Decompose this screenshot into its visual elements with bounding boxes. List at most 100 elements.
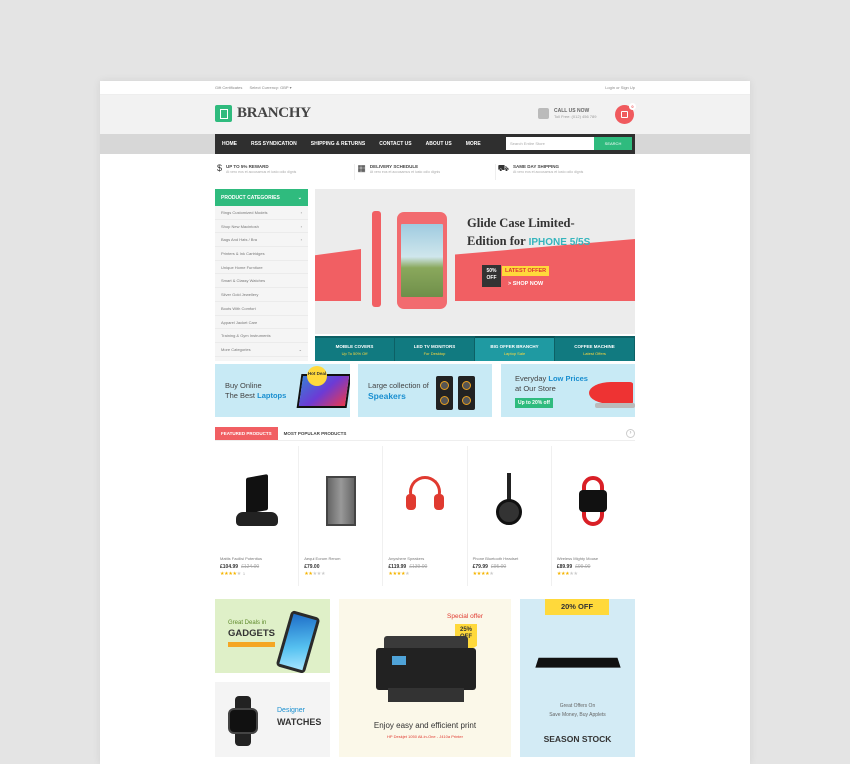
category-item[interactable]: Smart & Classy Watches xyxy=(215,274,308,289)
call-us: CALL US NOW Toll Free: (012) 456 789 xyxy=(538,108,596,119)
price-old: £95.00 xyxy=(490,564,507,570)
hero-title-line2: Edition for xyxy=(467,234,529,248)
review-count: 1 xyxy=(242,571,245,576)
banner-title: WATCHES xyxy=(277,717,322,727)
site-header: BRANCHY CALL US NOW Toll Free: (012) 456… xyxy=(100,95,750,135)
chevron-right-icon[interactable]: › xyxy=(626,429,635,438)
price-current: £79.99 xyxy=(472,564,488,570)
hero-tabs: MOBILE COVERS Up To 50% Off LED TV MONITO… xyxy=(315,336,635,361)
tab-led-tv[interactable]: LED TV MONITORS For Desktop xyxy=(395,336,475,361)
price-old: £99.00 xyxy=(575,564,591,570)
product-image xyxy=(388,446,461,556)
category-item[interactable]: Silver Gold Jewellery xyxy=(215,288,308,302)
nav-rss-syndication[interactable]: RSS SYNDICATION xyxy=(244,141,304,147)
category-header-label: PRODUCT CATEGORIES xyxy=(221,195,280,201)
promo-laptops[interactable]: Buy Online The Best Laptops Hot Deal xyxy=(215,364,350,417)
category-label: Printers & Ink Cartridges xyxy=(221,251,265,257)
banner-printer[interactable]: Special offer 25%OFF Enjoy easy and effi… xyxy=(339,599,511,757)
product-card[interactable]: Mattis Facilisi Potenttus £104.99 £124.00… xyxy=(215,446,300,586)
banner-watches[interactable]: Designer WATCHES xyxy=(215,682,330,757)
category-label: Silver Gold Jewellery xyxy=(221,292,259,298)
product-card[interactable]: Anywhere Speakers £119.99 £139.00 ★★★★★ xyxy=(383,446,468,586)
product-card[interactable]: Phone Bluetooth Headset £79.99 £95.00 ★★★… xyxy=(468,446,552,586)
tab-mobile-covers[interactable]: MOBILE COVERS Up To 50% Off xyxy=(315,336,395,361)
product-image xyxy=(304,446,377,556)
nav-about-us[interactable]: ABOUT US xyxy=(419,141,459,147)
category-item[interactable]: Apparel Jacket Care xyxy=(215,316,308,330)
discount-value: 50% xyxy=(486,268,497,274)
product-price: £79.00 xyxy=(304,564,377,570)
calendar-icon: ▦ xyxy=(357,163,366,173)
product-card[interactable]: Wireless Mighty Mouse £89.99 £99.00 ★★★★★ xyxy=(552,446,635,586)
shop-now-link[interactable]: > SHOP NOW xyxy=(508,281,543,287)
feature-title: SAME DAY SHIPPING xyxy=(512,164,559,169)
nav-more[interactable]: MORE xyxy=(459,141,488,147)
promo-speakers[interactable]: Large collection of Speakers xyxy=(358,364,492,417)
category-label: Unique Home Furniture xyxy=(221,264,263,270)
hot-deal-badge: Hot Deal xyxy=(307,366,327,386)
star-rating: ★★★★★ xyxy=(388,571,410,577)
category-item[interactable]: Shop New Macintosh › xyxy=(215,220,308,234)
category-label: Rings Customized Models xyxy=(221,210,268,215)
product-image xyxy=(220,446,293,556)
promo-line2: The Best xyxy=(225,391,258,400)
price-current: £89.99 xyxy=(556,564,573,570)
category-header[interactable]: PRODUCT CATEGORIES ⌄ xyxy=(215,189,308,206)
search-input[interactable]: Search Entire Store xyxy=(506,137,594,150)
product-name: Mattis Facilisi Potenttus xyxy=(220,556,263,561)
category-label: Boots With Comfort xyxy=(221,305,256,311)
banner-season-stock[interactable]: 20% OFF Great Offers On Save Money, Buy … xyxy=(520,599,635,757)
bag-icon xyxy=(621,111,628,118)
star-rating: ★★★★★ xyxy=(304,571,326,577)
nav-contact-us[interactable]: CONTACT US xyxy=(372,141,418,147)
tab-sub: Latest Offers xyxy=(583,351,606,356)
category-item[interactable]: Rings Customized Models › xyxy=(215,206,308,220)
hero-slider[interactable]: Glide Case Limited- Edition for IPHONE 5… xyxy=(315,189,635,334)
promo-line1: Everyday xyxy=(515,374,549,383)
category-item[interactable]: Bags And Hats / Bra › xyxy=(215,233,308,248)
search-button[interactable]: SEARCH xyxy=(594,137,632,150)
feature-reward: $ UP TO 5% REWARD At vero eos et accusamu… xyxy=(215,164,356,180)
currency-select[interactable]: Select Currency: GBP ▾ xyxy=(249,85,291,90)
tab-title: BIG OFFER BRANCHY xyxy=(490,344,539,349)
product-price: £79.99 £95.00 xyxy=(473,564,546,570)
speaker-image xyxy=(458,376,475,410)
category-item[interactable]: Printers & Ink Cartridges xyxy=(215,247,308,261)
product-name: Wireless Mighty Mouse xyxy=(556,556,599,561)
nav-shipping-returns[interactable]: SHIPPING & RETURNS xyxy=(304,141,372,147)
price-old: £124.00 xyxy=(241,564,260,570)
banner-underline xyxy=(228,642,275,647)
product-price: £119.99 £139.00 xyxy=(388,564,461,570)
product-card[interactable]: Aequi Eorum Rerum £79.00 ★★★★★ xyxy=(299,446,384,586)
tab-big-offer[interactable]: BIG OFFER BRANCHY Laptop Sale xyxy=(475,336,555,361)
logo[interactable]: BRANCHY xyxy=(215,105,311,122)
banner-subtitle: HP Deskjet 1050 All-in-One - J410a Print… xyxy=(387,734,463,739)
login-link[interactable]: Login or Sign Up xyxy=(605,85,635,90)
nav-home[interactable]: HOME xyxy=(215,141,244,147)
tab-featured-products[interactable]: FEATURED PRODUCTS xyxy=(215,426,278,440)
smartwatch-image xyxy=(228,696,258,746)
product-name: Phone Bluetooth Headset xyxy=(472,556,519,561)
cart-button[interactable]: 0 xyxy=(615,103,636,124)
media-player-image xyxy=(535,657,621,668)
star-rating: ★★★★★ 1 xyxy=(220,571,245,577)
promo-low-prices[interactable]: Everyday Low Prices at Our Store Up to 2… xyxy=(501,364,635,417)
tab-popular-products[interactable]: MOST POPULAR PRODUCTS xyxy=(278,427,353,440)
category-item[interactable]: Boots With Comfort xyxy=(215,302,308,316)
chevron-right-icon: › xyxy=(300,210,302,215)
feature-title: UP TO 5% REWARD xyxy=(226,164,269,169)
category-item[interactable]: Unique Home Furniture xyxy=(215,261,308,275)
tab-sub: For Desktop xyxy=(423,351,446,356)
iphone-image xyxy=(397,212,447,309)
price-current: £119.99 xyxy=(388,564,407,570)
promo-line2: at Our Store xyxy=(515,384,556,393)
more-categories[interactable]: More Categories ⌄ xyxy=(215,343,308,357)
category-item[interactable]: Training & Gym Instruments xyxy=(215,329,308,343)
store-page: Gift Certificates Select Currency: GBP ▾… xyxy=(100,81,750,764)
tab-coffee-machine[interactable]: COFFEE MACHINE Latest Offers xyxy=(555,336,635,361)
gift-certificates-link[interactable]: Gift Certificates xyxy=(215,85,242,90)
banner-gadgets[interactable]: Great Deals in GADGETS xyxy=(215,599,330,673)
feature-sub: At vero eos et accusamus et iusto odio d… xyxy=(369,170,441,174)
banner-subtitle: Designer xyxy=(277,707,306,714)
star-rating: ★★★★★ xyxy=(472,571,494,577)
